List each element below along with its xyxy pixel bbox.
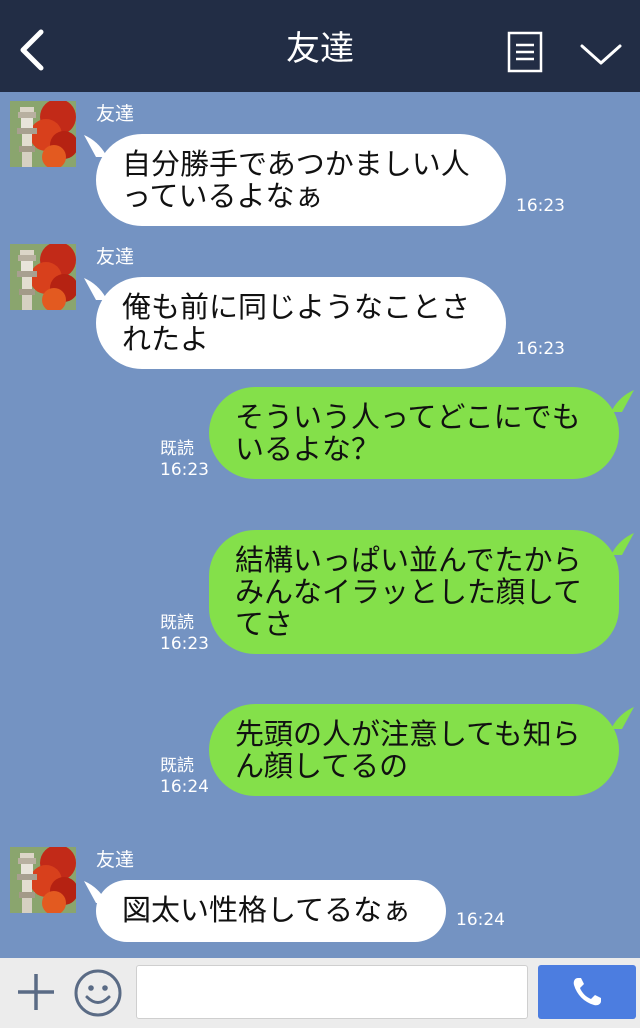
friend-avatar[interactable] bbox=[10, 244, 76, 310]
phone-icon bbox=[573, 978, 601, 1006]
message-line: 結構いっぱい並んでたから bbox=[235, 543, 582, 577]
message-bubble[interactable]: 先頭の人が注意しても知ら ん顔してるの bbox=[209, 704, 619, 796]
message-time: 16:23 bbox=[516, 339, 565, 359]
sender-name: 友達 bbox=[96, 246, 135, 268]
friend-avatar[interactable] bbox=[10, 847, 76, 913]
dropdown-button[interactable] bbox=[576, 34, 626, 74]
smiley-icon bbox=[74, 969, 122, 1017]
message-bubble[interactable]: 自分勝手であつかましい人 っているよなぁ bbox=[96, 134, 506, 226]
message-line: 俺も前に同じようなことさ bbox=[122, 290, 471, 324]
read-receipt: 既読 bbox=[160, 439, 194, 459]
chat-header: 友達 bbox=[0, 0, 640, 92]
document-list-icon bbox=[507, 31, 543, 73]
friend-avatar[interactable] bbox=[10, 101, 76, 167]
message-time: 16:24 bbox=[456, 910, 505, 930]
message-line: みんなイラッとした顔して bbox=[235, 575, 583, 609]
message-line: そういう人ってどこにでも bbox=[235, 400, 581, 434]
message-line: 先頭の人が注意しても知ら bbox=[235, 717, 581, 751]
sender-name: 友達 bbox=[96, 103, 135, 125]
bubble-tail bbox=[612, 533, 634, 555]
message-bubble[interactable]: 結構いっぱい並んでたから みんなイラッとした顔して てさ bbox=[209, 530, 619, 654]
menu-button[interactable] bbox=[506, 30, 544, 74]
message-time: 16:23 bbox=[516, 196, 565, 216]
read-receipt: 既読 bbox=[160, 613, 194, 633]
message-bubble[interactable]: そういう人ってどこにでも いるよな？ bbox=[209, 387, 619, 479]
message-line: ん顔してるの bbox=[235, 749, 409, 783]
sender-name: 友達 bbox=[96, 849, 135, 871]
message-line: てさ bbox=[235, 607, 294, 641]
bubble-tail bbox=[612, 390, 634, 412]
call-button[interactable] bbox=[538, 965, 636, 1019]
add-button[interactable] bbox=[12, 968, 60, 1016]
message-input[interactable] bbox=[136, 965, 528, 1019]
chat-title: 友達 bbox=[286, 29, 354, 69]
message-bubble[interactable]: 俺も前に同じようなことさ れたよ bbox=[96, 277, 506, 369]
message-line: っているよなぁ bbox=[122, 179, 324, 213]
message-bubble[interactable]: 図太い性格してるなぁ bbox=[96, 880, 446, 942]
message-time: 16:23 bbox=[160, 460, 209, 480]
message-line: 自分勝手であつかましい人 bbox=[122, 147, 470, 181]
plus-icon bbox=[18, 974, 54, 1010]
chevron-down-icon bbox=[580, 44, 622, 65]
message-line: いるよな？ bbox=[235, 432, 381, 466]
message-list[interactable]: 友達 自分勝手であつかましい人 っているよなぁ 16:23 友達 俺も前に同じよ… bbox=[0, 92, 640, 958]
message-time: 16:24 bbox=[160, 777, 209, 797]
message-time: 16:23 bbox=[160, 634, 209, 654]
message-line: れたよ bbox=[122, 322, 210, 356]
emoji-button[interactable] bbox=[72, 967, 124, 1019]
input-bar bbox=[0, 958, 640, 1028]
read-receipt: 既読 bbox=[160, 756, 194, 776]
bubble-tail bbox=[612, 707, 634, 729]
message-line: 図太い性格してるなぁ bbox=[122, 893, 412, 927]
